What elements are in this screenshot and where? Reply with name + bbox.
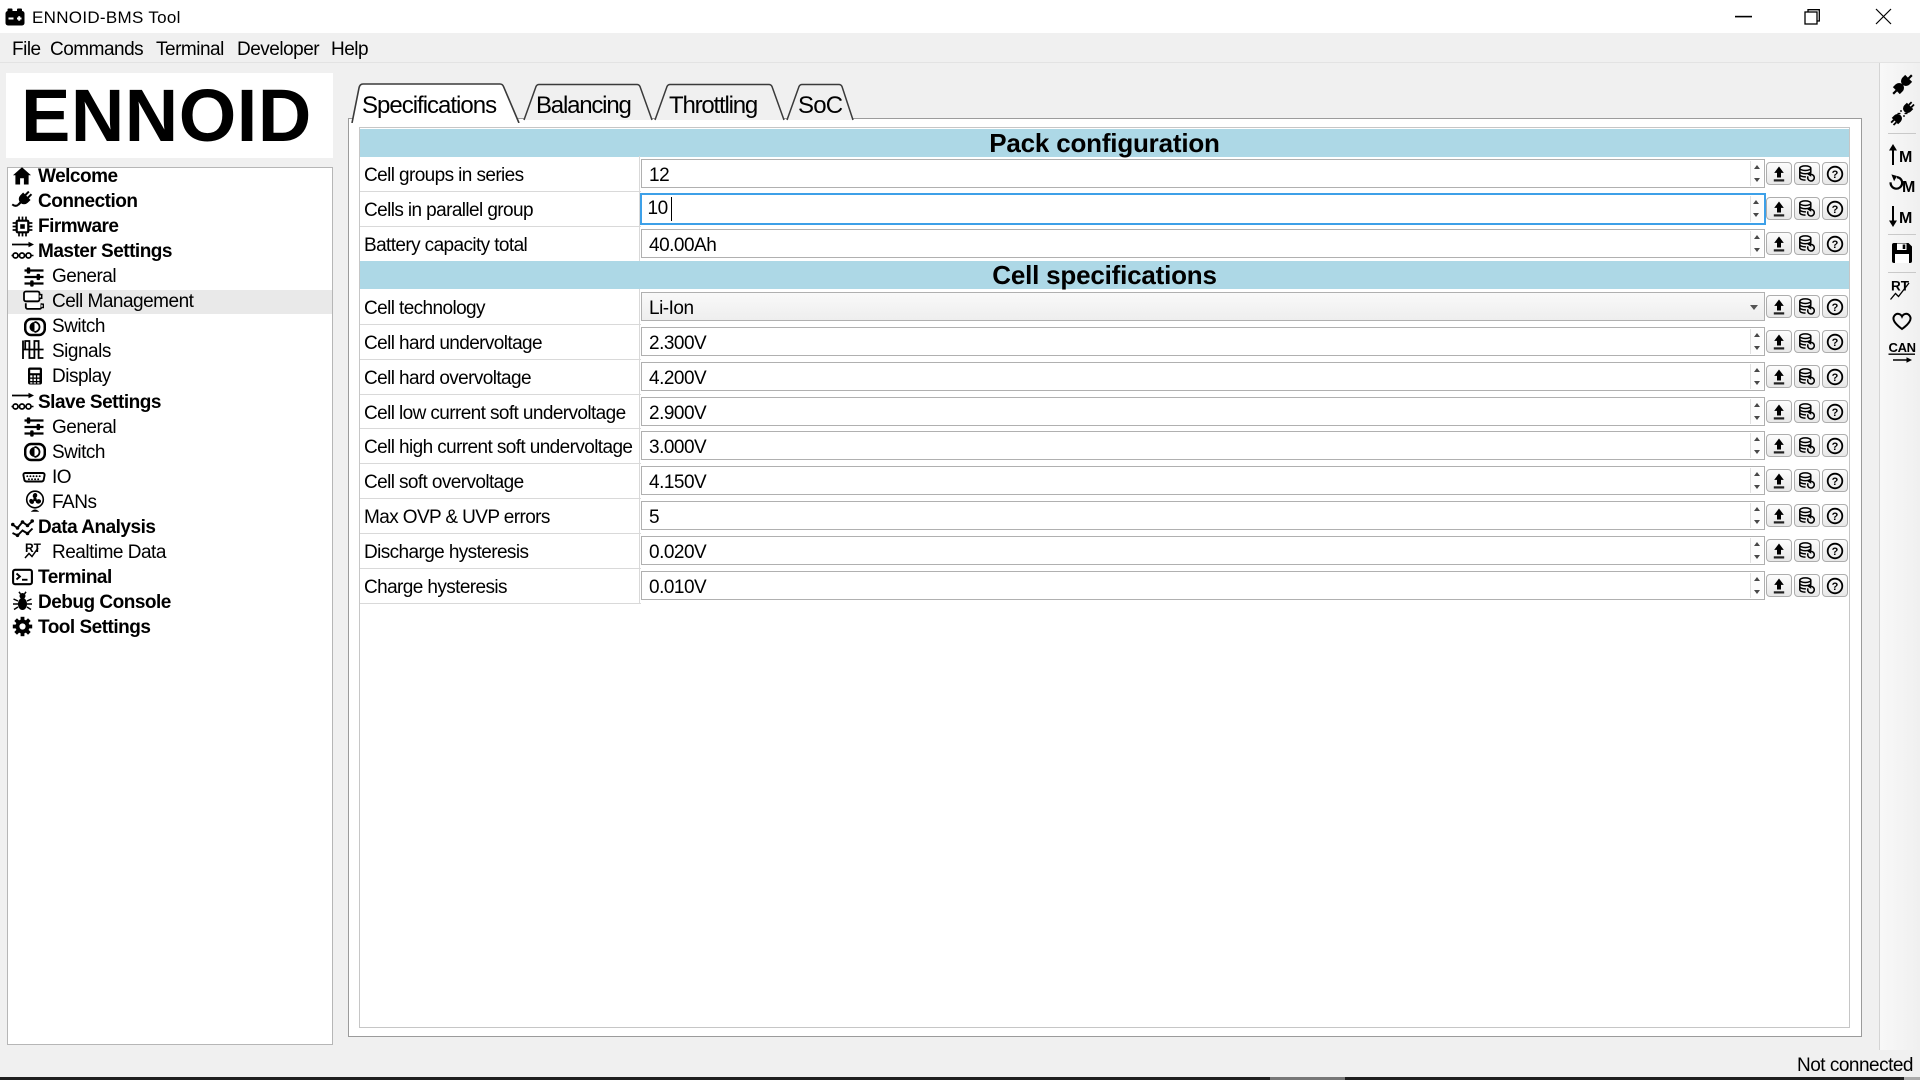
svg-text:?: ? xyxy=(1832,238,1839,250)
svg-text:M: M xyxy=(1899,210,1912,227)
svg-text:RT: RT xyxy=(25,541,42,555)
svg-text:?: ? xyxy=(1832,580,1839,592)
svg-text:?: ? xyxy=(1832,545,1839,557)
svg-text:?: ? xyxy=(1832,475,1839,487)
svg-text:?: ? xyxy=(1832,440,1839,452)
svg-text:?: ? xyxy=(1832,301,1839,313)
svg-text:M: M xyxy=(1902,179,1915,196)
svg-text:M: M xyxy=(1899,149,1912,166)
svg-text:CAN: CAN xyxy=(1889,340,1916,355)
svg-text:?: ? xyxy=(1832,371,1839,383)
svg-text:?: ? xyxy=(1832,168,1839,180)
svg-text:?: ? xyxy=(1832,406,1839,418)
svg-text:?: ? xyxy=(1832,510,1839,522)
svg-text:?: ? xyxy=(1832,203,1839,215)
svg-text:?: ? xyxy=(1832,336,1839,348)
